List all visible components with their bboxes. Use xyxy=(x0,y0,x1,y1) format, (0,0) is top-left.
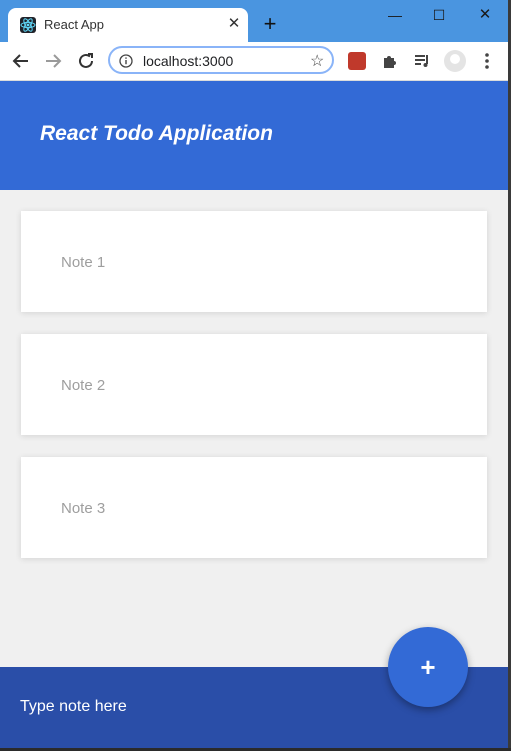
note-input[interactable] xyxy=(20,695,360,719)
site-info-icon[interactable] xyxy=(119,54,133,68)
reload-icon[interactable] xyxy=(76,51,96,71)
browser-tab[interactable]: React App ✕ xyxy=(8,8,248,42)
app-header: React Todo Application xyxy=(0,81,508,190)
browser-titlebar: React App ✕ + — ☐ ✕ xyxy=(0,0,508,42)
tab-title: React App xyxy=(44,17,104,32)
new-tab-button[interactable]: + xyxy=(258,12,282,36)
tab-close-icon[interactable]: ✕ xyxy=(226,15,242,33)
note-text: Note 3 xyxy=(61,500,106,517)
note-card[interactable]: Note 3 xyxy=(21,457,487,558)
address-bar[interactable]: localhost:3000 ☆ xyxy=(108,46,334,74)
minimize-button[interactable]: — xyxy=(380,4,410,26)
bookmark-star-icon[interactable]: ☆ xyxy=(310,51,324,71)
extensions-puzzle-icon[interactable] xyxy=(380,51,400,71)
note-card[interactable]: Note 2 xyxy=(21,334,487,435)
extension-icon[interactable] xyxy=(348,52,366,70)
kebab-menu-icon[interactable] xyxy=(477,51,497,71)
browser-toolbar: localhost:3000 ☆ xyxy=(0,42,508,81)
add-note-button[interactable]: + xyxy=(388,627,468,707)
browser-window: React App ✕ + — ☐ ✕ localhost:3000 ☆ Rea… xyxy=(0,0,508,748)
note-text: Note 2 xyxy=(61,377,106,394)
maximize-button[interactable]: ☐ xyxy=(424,4,454,26)
react-favicon-icon xyxy=(20,17,36,33)
url-text[interactable]: localhost:3000 xyxy=(143,53,233,69)
app-title: React Todo Application xyxy=(40,122,273,145)
profile-avatar[interactable] xyxy=(444,50,466,72)
window-close-button[interactable]: ✕ xyxy=(470,4,500,26)
note-text: Note 1 xyxy=(61,254,106,271)
note-card[interactable]: Note 1 xyxy=(21,211,487,312)
media-queue-icon[interactable] xyxy=(412,51,432,71)
forward-arrow-icon[interactable] xyxy=(43,51,63,71)
back-arrow-icon[interactable] xyxy=(11,51,31,71)
